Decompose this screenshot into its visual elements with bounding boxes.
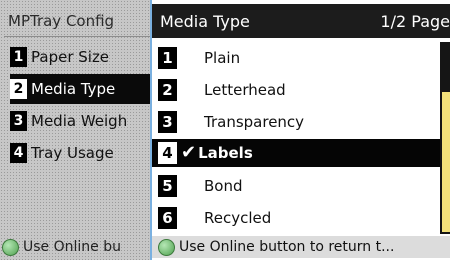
item-number-badge: 3 bbox=[158, 111, 177, 133]
item-number-badge: 2 bbox=[10, 79, 27, 99]
online-hint-text: Use Online bu bbox=[23, 239, 121, 255]
list-item-plain[interactable]: 1 Plain bbox=[152, 44, 440, 72]
green-circle-icon bbox=[158, 238, 175, 256]
online-button-hint: Use Online bu bbox=[2, 236, 158, 258]
menu-item-label: Media Weigh bbox=[31, 112, 128, 130]
online-hint-text: Use Online button to return t... bbox=[179, 239, 395, 255]
menu-item-paper-size[interactable]: 1 Paper Size bbox=[10, 42, 155, 72]
item-number-badge: 4 bbox=[10, 143, 27, 163]
list-item-transparency[interactable]: 3 Transparency bbox=[152, 108, 440, 136]
scrollbar-thumb[interactable] bbox=[442, 92, 450, 232]
list-item-letterhead[interactable]: 2 Letterhead bbox=[152, 76, 440, 104]
item-number-badge: 4 bbox=[158, 142, 177, 164]
green-circle-icon bbox=[2, 238, 19, 256]
item-number-badge: 3 bbox=[10, 111, 27, 131]
mptray-config-panel: MPTray Config 1 Paper Size 2 Media Type … bbox=[0, 0, 158, 260]
menu-item-tray-usage[interactable]: 4 Tray Usage bbox=[10, 138, 155, 168]
list-item-bond[interactable]: 5 Bond bbox=[152, 172, 440, 200]
list-item-recycled[interactable]: 6 Recycled bbox=[152, 204, 440, 232]
menu-item-media-weight[interactable]: 3 Media Weigh bbox=[10, 106, 155, 136]
list-item-label: Recycled bbox=[204, 209, 272, 227]
list-item-labels[interactable]: 4 ✔ Labels bbox=[152, 139, 440, 167]
page-indicator: 1/2 Page bbox=[380, 11, 450, 31]
checkmark-icon: ✔ bbox=[181, 142, 197, 163]
mptray-config-title: MPTray Config bbox=[4, 6, 158, 37]
online-button-hint: Use Online button to return t... bbox=[152, 236, 450, 258]
media-type-header: Media Type 1/2 Page bbox=[152, 4, 450, 38]
menu-item-label: Media Type bbox=[31, 80, 116, 98]
menu-item-label: Paper Size bbox=[31, 48, 110, 66]
item-number-badge: 6 bbox=[158, 207, 177, 229]
item-number-badge: 2 bbox=[158, 79, 177, 101]
menu-item-media-type[interactable]: 2 Media Type bbox=[10, 74, 155, 104]
list-item-label: Labels bbox=[198, 144, 253, 162]
list-item-label: Bond bbox=[204, 177, 243, 195]
list-item-label: Transparency bbox=[204, 113, 305, 131]
item-number-badge: 1 bbox=[10, 47, 27, 67]
item-number-badge: 5 bbox=[158, 175, 177, 197]
media-type-list: 1 Plain 2 Letterhead 3 Transparency 4 ✔ … bbox=[152, 42, 440, 234]
list-item-label: Letterhead bbox=[204, 81, 286, 99]
item-number-badge: 1 bbox=[158, 47, 177, 69]
media-type-panel: Media Type 1/2 Page 1 Plain 2 Letterhead… bbox=[150, 0, 450, 260]
list-item-label: Plain bbox=[204, 49, 241, 67]
menu-item-label: Tray Usage bbox=[31, 144, 114, 162]
media-type-title: Media Type bbox=[160, 11, 250, 31]
